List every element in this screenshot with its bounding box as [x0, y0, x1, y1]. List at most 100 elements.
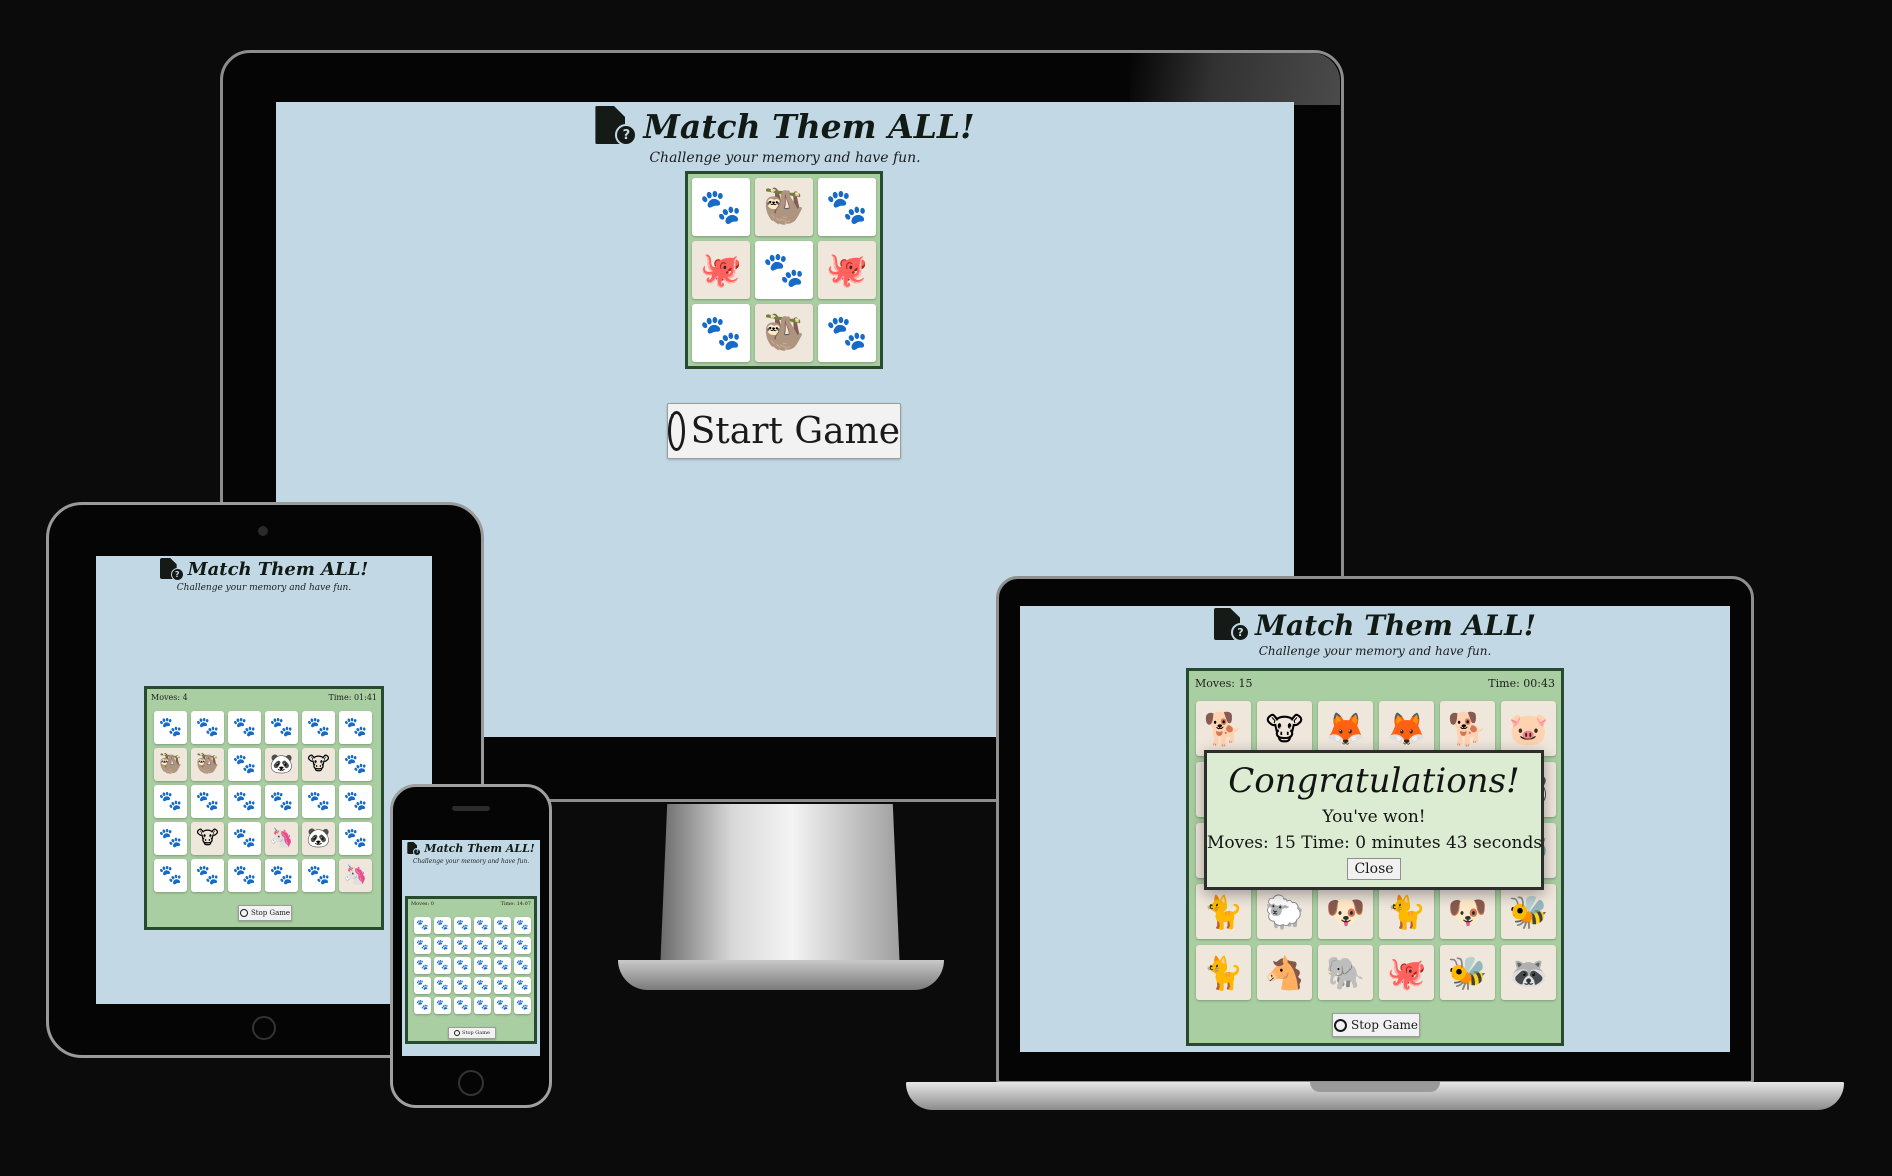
memory-card[interactable]: 🐴 [1257, 945, 1312, 1000]
memory-card[interactable]: 🐾 [494, 937, 511, 954]
stop-game-button[interactable]: Stop Game [238, 905, 292, 921]
modal-close-button[interactable]: Close [1347, 858, 1401, 880]
memory-card[interactable]: 🐾 [154, 859, 187, 892]
memory-card[interactable]: 🐾 [474, 977, 491, 994]
memory-card[interactable]: 🐙 [1379, 945, 1434, 1000]
memory-card[interactable]: 🐾 [494, 917, 511, 934]
stop-game-label: Stop Game [462, 1030, 490, 1036]
memory-card[interactable]: 🐾 [434, 917, 451, 934]
memory-card[interactable]: 🐾 [265, 785, 298, 818]
memory-card[interactable]: 🐙 [818, 241, 876, 299]
memory-card[interactable]: 🐑 [1257, 884, 1312, 939]
memory-card[interactable]: 🦄 [339, 859, 372, 892]
memory-card[interactable]: 🐾 [494, 977, 511, 994]
memory-card[interactable]: 🐈 [1379, 884, 1434, 939]
memory-card[interactable]: 🐙 [692, 241, 750, 299]
memory-card[interactable]: 🐾 [228, 711, 261, 744]
memory-card[interactable]: 🐾 [434, 997, 451, 1014]
memory-card[interactable]: 🐾 [154, 785, 187, 818]
memory-card[interactable]: 🐾 [474, 997, 491, 1014]
memory-card[interactable]: 🐾 [494, 957, 511, 974]
start-game-button[interactable]: Start Game [667, 403, 901, 459]
memory-card[interactable]: 🐾 [514, 977, 531, 994]
memory-card[interactable]: 🐾 [818, 304, 876, 362]
memory-card[interactable]: 🐝 [1501, 884, 1556, 939]
memory-card[interactable]: 🐈 [1196, 945, 1251, 1000]
tagline: Challenge your memory and have fun. [1258, 644, 1492, 658]
memory-card[interactable]: 🐾 [302, 711, 335, 744]
memory-card[interactable]: 🐾 [514, 997, 531, 1014]
memory-card[interactable]: 🦥 [755, 178, 813, 236]
memory-card[interactable]: 🐾 [454, 957, 471, 974]
memory-card[interactable]: 🐾 [474, 917, 491, 934]
memory-card[interactable]: 🦥 [191, 748, 224, 781]
memory-card[interactable]: 🐾 [154, 822, 187, 855]
memory-card[interactable]: 🐾 [434, 957, 451, 974]
memory-card[interactable]: 🐾 [514, 957, 531, 974]
memory-card[interactable]: 🐾 [755, 241, 813, 299]
memory-card[interactable]: 🐮 [191, 822, 224, 855]
memory-card[interactable]: 🐼 [302, 822, 335, 855]
memory-card[interactable]: 🐾 [692, 178, 750, 236]
memory-card[interactable]: 🐕 [1440, 701, 1495, 756]
memory-card[interactable]: 🐾 [454, 977, 471, 994]
memory-card[interactable]: 🐾 [454, 917, 471, 934]
stop-game-button[interactable]: Stop Game [1332, 1013, 1420, 1037]
fox-icon: 🦊 [1386, 709, 1427, 748]
memory-card[interactable]: 🐾 [434, 977, 451, 994]
memory-card[interactable]: 🦊 [1318, 701, 1373, 756]
memory-card[interactable]: 🦝 [1501, 945, 1556, 1000]
timer: Time: 01:41 [328, 693, 377, 702]
memory-card[interactable]: 🐾 [454, 997, 471, 1014]
memory-card[interactable]: 🐾 [514, 917, 531, 934]
memory-card[interactable]: 🐼 [265, 748, 298, 781]
memory-card[interactable]: 🦊 [1379, 701, 1434, 756]
memory-card[interactable]: 🐮 [302, 748, 335, 781]
memory-card[interactable]: 🐾 [228, 748, 261, 781]
memory-card[interactable]: 🐾 [265, 711, 298, 744]
memory-card[interactable]: 🐾 [191, 859, 224, 892]
memory-card[interactable]: 🐾 [454, 937, 471, 954]
memory-card[interactable]: 🐾 [414, 917, 431, 934]
memory-card[interactable]: 🐕 [1196, 701, 1251, 756]
memory-card[interactable]: 🐾 [228, 822, 261, 855]
memory-card[interactable]: 🐾 [339, 748, 372, 781]
memory-card[interactable]: 🐝 [1440, 945, 1495, 1000]
memory-card[interactable]: 🐾 [191, 711, 224, 744]
memory-card[interactable]: 🐾 [414, 937, 431, 954]
memory-card[interactable]: 🦥 [755, 304, 813, 362]
memory-card[interactable]: 🐾 [692, 304, 750, 362]
memory-card[interactable]: 🐾 [414, 957, 431, 974]
memory-card[interactable]: 🐶 [1440, 884, 1495, 939]
memory-card[interactable]: 🦄 [265, 822, 298, 855]
memory-card[interactable]: 🐾 [339, 822, 372, 855]
memory-card[interactable]: 🐷 [1501, 701, 1556, 756]
memory-card[interactable]: 🐾 [339, 785, 372, 818]
memory-card[interactable]: 🐾 [228, 859, 261, 892]
memory-card[interactable]: 🐘 [1318, 945, 1373, 1000]
memory-card[interactable]: 🐾 [474, 937, 491, 954]
memory-card[interactable]: 🐾 [191, 785, 224, 818]
memory-card[interactable]: 🐾 [302, 859, 335, 892]
memory-card[interactable]: 🦥 [154, 748, 187, 781]
memory-card[interactable]: 🐾 [818, 178, 876, 236]
sheep-icon: 🐑 [1264, 892, 1305, 931]
panda-icon: 🐼 [306, 827, 331, 849]
memory-card[interactable]: 🐾 [414, 977, 431, 994]
memory-card[interactable]: 🐮 [1257, 701, 1312, 756]
memory-card[interactable]: 🐶 [1318, 884, 1373, 939]
elephant-icon: 🐘 [1325, 953, 1366, 992]
memory-card[interactable]: 🐾 [228, 785, 261, 818]
paw-icon: 🐾 [496, 919, 509, 931]
memory-card[interactable]: 🐾 [154, 711, 187, 744]
memory-card[interactable]: 🐾 [265, 859, 298, 892]
memory-card[interactable]: 🐾 [474, 957, 491, 974]
memory-card[interactable]: 🐾 [434, 937, 451, 954]
memory-card[interactable]: 🐈 [1196, 884, 1251, 939]
stop-game-button[interactable]: Stop Game [448, 1027, 496, 1039]
memory-card[interactable]: 🐾 [514, 937, 531, 954]
memory-card[interactable]: 🐾 [494, 997, 511, 1014]
memory-card[interactable]: 🐾 [414, 997, 431, 1014]
memory-card[interactable]: 🐾 [302, 785, 335, 818]
memory-card[interactable]: 🐾 [339, 711, 372, 744]
